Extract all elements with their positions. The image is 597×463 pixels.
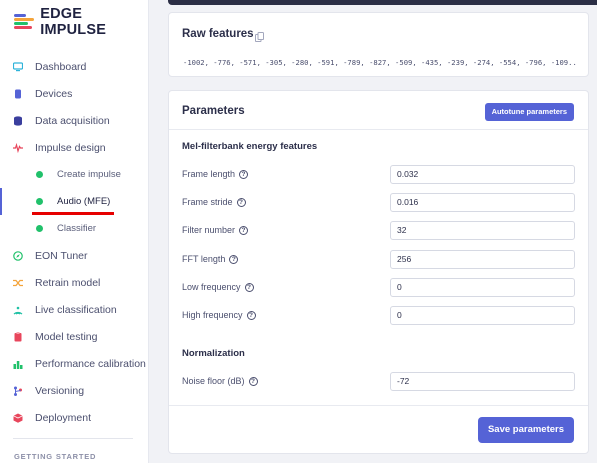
brand-name: EDGE IMPULSE — [40, 6, 107, 38]
chip-icon — [13, 89, 23, 99]
help-icon[interactable]: ? — [229, 254, 239, 264]
sidebar-item-deployment[interactable]: Deployment — [0, 404, 149, 431]
frame-length-label-text: Frame length — [182, 169, 236, 179]
high-frequency-input[interactable]: 0 — [390, 306, 575, 325]
help-icon[interactable]: ? — [239, 169, 249, 179]
help-icon[interactable]: ? — [236, 197, 246, 207]
shuffle-icon — [13, 278, 23, 288]
copy-icon[interactable] — [255, 29, 264, 42]
active-indicator — [0, 188, 2, 215]
sidebar-item-live-classification[interactable]: Live classification — [0, 296, 149, 323]
fft-length-label: FFT length ? — [182, 254, 239, 264]
sidebar-item-model-testing[interactable]: Model testing — [0, 323, 149, 350]
frame-stride-label-text: Frame stride — [182, 197, 233, 207]
bar-chart-icon — [13, 359, 23, 369]
status-dot-icon — [36, 225, 43, 232]
fft-length-input[interactable]: 256 — [390, 250, 575, 269]
sidebar-section-label: GETTING STARTED — [14, 452, 97, 461]
raw-features-values: -1002, -776, -571, -305, -280, -591, -78… — [183, 58, 577, 67]
sidebar-item-label: Dashboard — [35, 60, 87, 73]
sidebar-item-label: Model testing — [35, 330, 98, 343]
frame-length-input[interactable]: 0.032 — [390, 165, 575, 184]
noise-floor-label-text: Noise floor (dB) — [182, 376, 245, 386]
sidebar-item-label: Impulse design — [35, 141, 106, 154]
parameters-divider — [169, 129, 588, 130]
low-frequency-label-text: Low frequency — [182, 282, 241, 292]
sidebar-subitem-label: Classifier — [57, 223, 97, 234]
high-frequency-label: High frequency ? — [182, 310, 256, 320]
sidebar-item-devices[interactable]: Devices — [0, 80, 149, 107]
save-parameters-button[interactable]: Save parameters — [478, 417, 574, 443]
normalization-section-title: Normalization — [182, 348, 245, 359]
filter-number-label-text: Filter number — [182, 225, 236, 235]
sidebar-item-retrain-model[interactable]: Retrain model — [0, 269, 149, 296]
logo-icon — [14, 14, 34, 30]
brand-logo[interactable]: EDGE IMPULSE — [14, 6, 148, 38]
sidebar-nav: Dashboard Devices Data acquisition Impul… — [0, 53, 149, 431]
sidebar-item-label: Live classification — [35, 303, 117, 316]
compass-icon — [13, 250, 23, 261]
top-bar — [168, 0, 597, 5]
sidebar-item-eon-tuner[interactable]: EON Tuner — [0, 242, 149, 269]
noise-floor-label: Noise floor (dB) ? — [182, 376, 258, 386]
fft-length-label-text: FFT length — [182, 254, 226, 264]
antenna-icon — [13, 305, 23, 315]
autotune-parameters-button[interactable]: Autotune parameters — [484, 103, 574, 121]
high-frequency-label-text: High frequency — [182, 310, 243, 320]
sidebar-item-label: Versioning — [35, 384, 85, 397]
highlight-underline — [32, 212, 114, 215]
raw-features-title: Raw features — [182, 28, 254, 40]
filter-number-input[interactable]: 32 — [390, 221, 575, 240]
box-icon — [13, 413, 23, 423]
sidebar-subitem-classifier[interactable]: Classifier — [0, 215, 149, 242]
branch-icon — [13, 386, 23, 396]
low-frequency-label: Low frequency ? — [182, 282, 254, 292]
filter-number-label: Filter number ? — [182, 225, 249, 235]
sidebar-item-label: Performance calibration — [35, 357, 146, 370]
parameters-title: Parameters — [182, 105, 245, 117]
noise-floor-input[interactable]: -72 — [390, 372, 575, 391]
sidebar-subitem-label: Create impulse — [57, 169, 121, 180]
help-icon[interactable]: ? — [246, 310, 256, 320]
parameters-footer-divider — [169, 405, 588, 406]
sidebar-item-data-acquisition[interactable]: Data acquisition — [0, 107, 149, 134]
sidebar-item-label: Data acquisition — [35, 114, 110, 127]
frame-stride-label: Frame stride ? — [182, 197, 246, 207]
sidebar-item-versioning[interactable]: Versioning — [0, 377, 149, 404]
sidebar-item-label: Deployment — [35, 411, 92, 424]
sidebar-item-label: EON Tuner — [35, 249, 88, 262]
parameters-card: Parameters Autotune parameters Mel-filte… — [168, 90, 589, 454]
help-icon[interactable]: ? — [239, 225, 249, 235]
sidebar-item-label: Retrain model — [35, 276, 101, 289]
sidebar-item-dashboard[interactable]: Dashboard — [0, 53, 149, 80]
pulse-icon — [13, 142, 23, 153]
monitor-icon — [12, 61, 24, 72]
sidebar-subitem-label: Audio (MFE) — [57, 196, 111, 207]
status-dot-icon — [36, 198, 43, 205]
status-dot-icon — [36, 171, 43, 178]
sidebar-item-performance-calibration[interactable]: Performance calibration — [0, 350, 149, 377]
help-icon[interactable]: ? — [244, 282, 254, 292]
sidebar-subitem-create-impulse[interactable]: Create impulse — [0, 161, 149, 188]
frame-length-label: Frame length ? — [182, 169, 249, 179]
frame-stride-input[interactable]: 0.016 — [390, 193, 575, 212]
raw-features-card: Raw features -1002, -776, -571, -305, -2… — [168, 12, 589, 77]
sidebar-divider — [13, 438, 133, 439]
database-icon — [13, 115, 23, 126]
sidebar: EDGE IMPULSE Dashboard Devices Data acqu… — [0, 0, 149, 463]
help-icon[interactable]: ? — [248, 376, 258, 386]
sidebar-item-impulse-design[interactable]: Impulse design — [0, 134, 149, 161]
sidebar-item-label: Devices — [35, 87, 73, 100]
sidebar-subitem-audio-mfe[interactable]: Audio (MFE) — [0, 188, 149, 215]
low-frequency-input[interactable]: 0 — [390, 278, 575, 297]
clipboard-icon — [13, 331, 23, 342]
mel-section-title: Mel-filterbank energy features — [182, 141, 318, 152]
